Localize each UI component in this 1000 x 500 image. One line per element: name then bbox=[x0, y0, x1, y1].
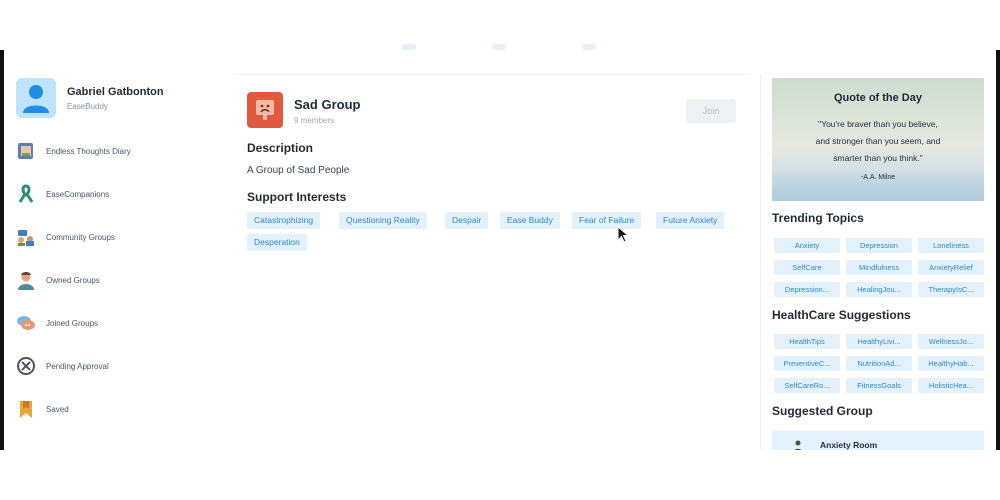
window-edge bbox=[0, 50, 4, 450]
healthcare-chip[interactable]: SelfCareRo... bbox=[774, 378, 840, 393]
interest-chip[interactable]: Despair bbox=[445, 212, 489, 229]
owner-icon bbox=[18, 272, 34, 290]
diary-icon bbox=[18, 143, 33, 159]
community-icon bbox=[18, 230, 34, 246]
sidebar-item-joined-groups[interactable]: Joined Groups bbox=[16, 312, 216, 334]
group-detail-panel: Sad Group 9 members Join Description A G… bbox=[235, 74, 749, 450]
trending-chip[interactable]: SelfCare bbox=[774, 260, 840, 275]
description-heading: Description bbox=[247, 141, 314, 155]
trending-chip[interactable]: Mindfulness bbox=[846, 260, 912, 275]
suggested-group-name: Anxiety Room bbox=[820, 440, 878, 450]
group-member-count: 9 members bbox=[294, 116, 335, 125]
divider bbox=[235, 74, 749, 75]
healthcare-chip[interactable]: NutritionAd... bbox=[846, 356, 912, 371]
trending-chip[interactable]: Depression bbox=[846, 238, 912, 253]
mouse-cursor bbox=[617, 226, 629, 243]
healthcare-chip[interactable]: HealthTips bbox=[774, 334, 840, 349]
window-edge bbox=[996, 50, 1000, 450]
avatar[interactable] bbox=[16, 78, 56, 118]
join-button[interactable]: Join bbox=[686, 99, 736, 123]
profile-subtitle: EaseBuddy bbox=[67, 102, 108, 111]
sidebar-item-label: Pending Approval bbox=[46, 361, 109, 371]
interest-chip[interactable]: Catastrophizing bbox=[247, 212, 321, 229]
bookmark-icon bbox=[20, 401, 32, 418]
app-window: Gabriel Gatbonton EaseBuddy Endless Thou… bbox=[0, 50, 1000, 450]
interest-chip[interactable]: Future Anxiety bbox=[656, 212, 725, 229]
healthcare-suggestions-heading: HealthCare Suggestions bbox=[772, 308, 911, 322]
sidebar-item-endless-thoughts-diary[interactable]: Endless Thoughts Diary bbox=[16, 140, 216, 162]
group-name: Sad Group bbox=[294, 97, 361, 112]
suggested-group-heading: Suggested Group bbox=[772, 404, 873, 418]
sidebar-item-easecompanions[interactable]: EaseCompanions bbox=[16, 183, 216, 205]
sidebar-item-label: Saved bbox=[46, 404, 69, 414]
sidebar-item-label: Joined Groups bbox=[46, 318, 99, 328]
top-bar bbox=[0, 0, 1000, 50]
interest-chip[interactable]: Desperation bbox=[247, 234, 307, 251]
trending-chip[interactable]: Depression... bbox=[774, 282, 840, 297]
healthcare-chip[interactable]: HealthyHab... bbox=[918, 356, 984, 371]
chat-bubbles-icon bbox=[17, 316, 35, 330]
ribbon-icon bbox=[18, 184, 34, 203]
trending-chip[interactable]: Loneliness bbox=[918, 238, 984, 253]
pending-icon bbox=[17, 357, 35, 375]
healthcare-chip[interactable]: HolisticHea... bbox=[918, 378, 984, 393]
quote-author: -A.A. Milne bbox=[860, 174, 896, 181]
suggested-group-card[interactable]: Anxiety Room bbox=[772, 431, 984, 450]
divider bbox=[760, 74, 761, 450]
trending-chip[interactable]: HealingJou... bbox=[846, 282, 912, 297]
healthcare-chip[interactable]: HealthyLivi... bbox=[846, 334, 912, 349]
sidebar-item-owned-groups[interactable]: Owned Groups bbox=[16, 269, 216, 291]
group-description: A Group of Sad People bbox=[247, 165, 350, 176]
healthcare-chip[interactable]: FitnessGoals bbox=[846, 378, 912, 393]
sidebar: Gabriel Gatbonton EaseBuddy Endless Thou… bbox=[4, 50, 230, 450]
sidebar-item-label: Endless Thoughts Diary bbox=[46, 146, 131, 156]
sidebar-item-label: Owned Groups bbox=[46, 275, 100, 285]
profile-name: Gabriel Gatbonton bbox=[67, 86, 164, 98]
right-panel: Quote of the Day "You're braver than you… bbox=[764, 74, 996, 450]
trending-chip[interactable]: TherapyIsC... bbox=[918, 282, 984, 297]
sidebar-item-label: Community Groups bbox=[46, 232, 115, 242]
quote-title: Quote of the Day bbox=[833, 92, 922, 104]
bottom-band bbox=[0, 450, 1000, 500]
trending-topics-heading: Trending Topics bbox=[772, 211, 864, 225]
person-icon bbox=[794, 440, 802, 450]
sidebar-item-community-groups[interactable]: Community Groups bbox=[16, 226, 216, 248]
user-icon bbox=[23, 85, 49, 113]
sidebar-item-pending-approval[interactable]: Pending Approval bbox=[16, 355, 216, 377]
sad-face-icon bbox=[256, 100, 274, 120]
quote-text: "You're braver than you believe, and str… bbox=[815, 119, 941, 163]
healthcare-chip[interactable]: WellnessJo... bbox=[918, 334, 984, 349]
trending-chip[interactable]: Anxiety bbox=[774, 238, 840, 253]
interest-chip[interactable]: Questioning Reality bbox=[339, 212, 427, 229]
interest-chip[interactable]: Ease Buddy bbox=[500, 212, 560, 229]
sidebar-item-label: EaseCompanions bbox=[46, 189, 110, 199]
sidebar-item-saved[interactable]: Saved bbox=[16, 398, 216, 420]
trending-chip[interactable]: AnxietyRelief bbox=[918, 260, 984, 275]
healthcare-chip[interactable]: PreventiveC... bbox=[774, 356, 840, 371]
interest-chip[interactable]: Fear of Failure bbox=[572, 212, 642, 229]
quote-of-the-day-card: Quote of the Day "You're braver than you… bbox=[772, 78, 984, 201]
group-avatar bbox=[247, 92, 283, 128]
support-interests-heading: Support Interests bbox=[247, 190, 347, 204]
profile-card[interactable]: Gabriel Gatbonton EaseBuddy bbox=[16, 78, 226, 120]
